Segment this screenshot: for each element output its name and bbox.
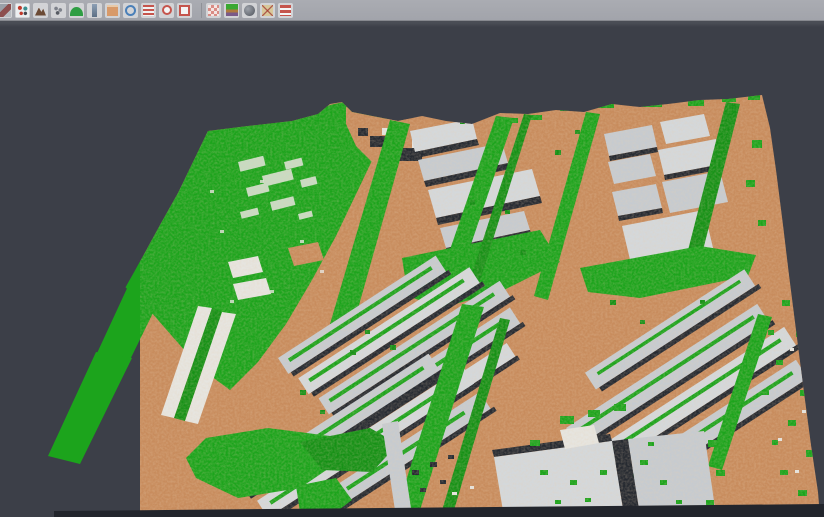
viewport-3d[interactable] — [0, 21, 824, 517]
band-histogram-icon[interactable] — [278, 3, 293, 18]
application-window — [0, 0, 824, 517]
align-points-icon[interactable] — [15, 3, 30, 18]
crop-selection-icon[interactable] — [177, 3, 192, 18]
classification-map-icon[interactable] — [224, 3, 239, 18]
clipping-box-icon[interactable] — [260, 3, 275, 18]
terrain-mesh-canvas[interactable] — [0, 21, 824, 517]
target-circle-icon[interactable] — [159, 3, 174, 18]
orthophoto-raster-icon[interactable] — [105, 3, 120, 18]
section-profiles-icon[interactable] — [141, 3, 156, 18]
terrain-noise-overlay — [140, 85, 824, 517]
toolbar-separator — [196, 3, 202, 18]
main-toolbar — [0, 0, 824, 21]
render-sphere-icon[interactable] — [242, 3, 257, 18]
open-project-icon[interactable] — [0, 3, 12, 18]
classified-terrain-mesh — [48, 85, 824, 517]
surface-mesh-icon[interactable] — [69, 3, 84, 18]
raster-grid-icon[interactable] — [206, 3, 221, 18]
height-column-icon[interactable] — [87, 3, 102, 18]
terrain-model-icon[interactable] — [33, 3, 48, 18]
globe-orbit-icon[interactable] — [123, 3, 138, 18]
point-cloud-icon[interactable] — [51, 3, 66, 18]
